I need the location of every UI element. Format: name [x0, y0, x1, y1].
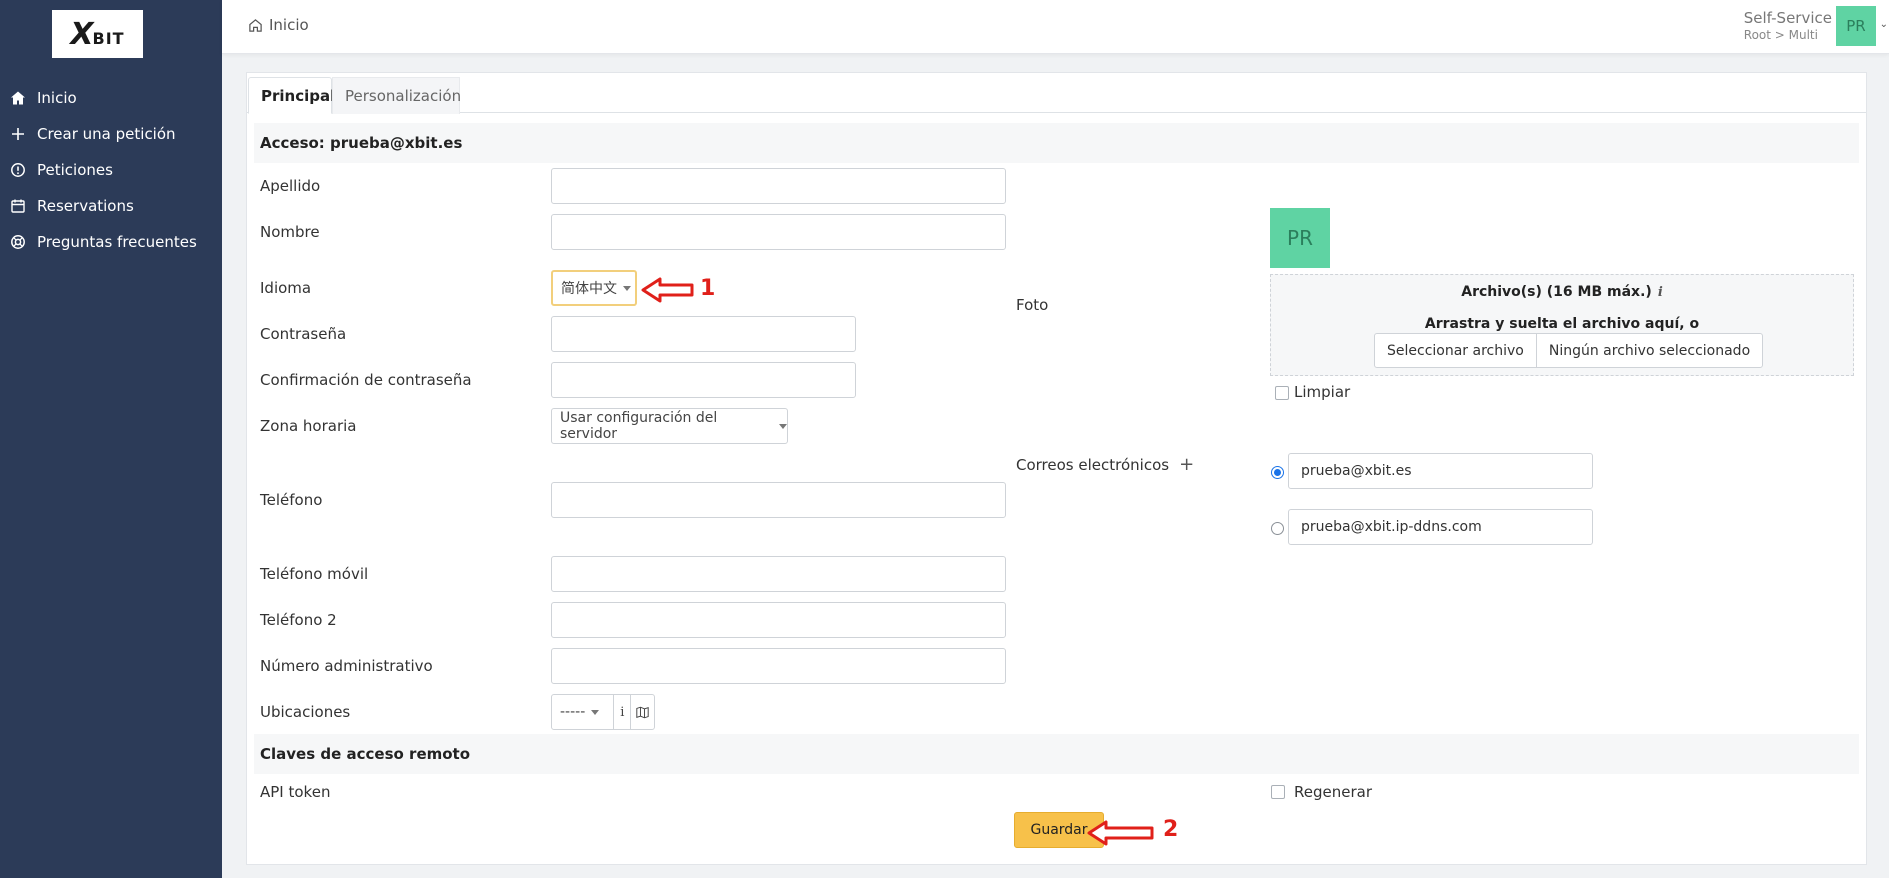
sidebar-item-crear-peticion[interactable]: Crear una petición: [0, 116, 222, 152]
calendar-icon: [10, 198, 26, 214]
contrasena-label: Contraseña: [260, 325, 347, 343]
caret-down-icon: [623, 285, 631, 291]
user-form-card: Principal Personalización Acceso: prueba…: [246, 72, 1867, 865]
sidebar-nav: Inicio Crear una petición Peticiones Res…: [0, 80, 222, 260]
sidebar-item-preguntas[interactable]: Preguntas frecuentes: [0, 224, 222, 260]
sidebar: XBIT Inicio Crear una petición Peticione…: [0, 0, 222, 878]
annotation-arrow-icon: [1087, 820, 1154, 846]
user-avatar[interactable]: PR: [1836, 6, 1876, 46]
home-icon: [249, 18, 262, 32]
tab-principal[interactable]: Principal: [248, 77, 335, 114]
sidebar-item-label: Reservations: [37, 197, 134, 215]
profile-entity: Root > Multi: [1743, 28, 1818, 42]
profile-info[interactable]: Self-Service Root > Multi: [1744, 9, 1832, 42]
select-file-button[interactable]: Seleccionar archivo: [1375, 334, 1536, 367]
password-confirm-input[interactable]: [551, 362, 856, 398]
telefono2-label: Teléfono 2: [260, 611, 337, 629]
info-icon[interactable]: i: [1658, 285, 1663, 300]
idioma-label: Idioma: [260, 279, 312, 297]
phone-input[interactable]: [551, 482, 1006, 518]
nombre-input[interactable]: [551, 214, 1006, 250]
regenerate-label: Regenerar: [1294, 783, 1372, 801]
admin-number-input[interactable]: [551, 648, 1006, 684]
file-dropzone[interactable]: Archivo(s) (16 MB máx.) i Arrastra y suel…: [1270, 274, 1854, 376]
sidebar-item-label: Crear una petición: [37, 125, 176, 143]
caret-down-icon: [779, 423, 787, 429]
xbit-logo[interactable]: XBIT: [52, 10, 143, 58]
regenerate-checkbox[interactable]: [1271, 785, 1285, 799]
selected-file-name: Ningún archivo seleccionado: [1535, 334, 1762, 367]
correos-label: Correos electrónicos +: [1016, 454, 1195, 475]
mobile-input[interactable]: [551, 556, 1006, 592]
file-picker: Seleccionar archivo Ningún archivo selec…: [1374, 333, 1764, 368]
annotation-number: 1: [700, 276, 716, 301]
location-value: -----: [560, 704, 586, 720]
timezone-select[interactable]: Usar configuración del servidor: [551, 408, 788, 444]
profile-title: Self-Service: [1743, 9, 1832, 27]
add-email-icon[interactable]: +: [1179, 454, 1194, 475]
annotation-arrow-icon: [641, 277, 694, 303]
clear-photo-checkbox[interactable]: [1275, 386, 1289, 400]
chevron-down-icon[interactable]: ⌄: [1880, 19, 1888, 30]
sidebar-item-label: Preguntas frecuentes: [37, 233, 197, 251]
ubicaciones-label: Ubicaciones: [260, 703, 351, 721]
foto-label: Foto: [1016, 296, 1049, 314]
info-icon[interactable]: i: [613, 695, 630, 729]
clear-photo-label: Limpiar: [1294, 383, 1351, 401]
email-input[interactable]: prueba@xbit.es: [1288, 453, 1593, 489]
apellido-label: Apellido: [260, 177, 321, 195]
sidebar-item-label: Peticiones: [37, 161, 113, 179]
sidebar-item-peticiones[interactable]: Peticiones: [0, 152, 222, 188]
timezone-value: Usar configuración del servidor: [560, 410, 718, 442]
zona-label: Zona horaria: [260, 417, 357, 435]
movil-label: Teléfono móvil: [260, 565, 369, 583]
access-section-title: Acceso: prueba@xbit.es: [254, 123, 1859, 163]
home-icon: [10, 90, 26, 106]
phone2-input[interactable]: [551, 602, 1006, 638]
nombre-label: Nombre: [260, 223, 320, 241]
lifebuoy-icon: [10, 234, 26, 250]
email-input[interactable]: prueba@xbit.ip-ddns.com: [1288, 509, 1593, 545]
telefono-label: Teléfono: [260, 491, 323, 509]
sidebar-item-reservations[interactable]: Reservations: [0, 188, 222, 224]
idioma-value: 简体中文: [561, 281, 617, 297]
breadcrumb[interactable]: Inicio: [248, 16, 309, 34]
default-email-radio[interactable]: [1271, 522, 1284, 535]
photo-avatar: PR: [1270, 208, 1330, 268]
annotation-number: 2: [1163, 817, 1179, 842]
dropzone-instruction: Arrastra y suelta el archivo aquí, o: [1424, 316, 1700, 332]
idioma-select[interactable]: 简体中文: [551, 270, 637, 306]
top-bar: Inicio Self-Service Root > Multi PR ⌄: [222, 0, 1889, 54]
api-token-label: API token: [260, 783, 331, 801]
sidebar-item-label: Inicio: [37, 89, 77, 107]
map-icon[interactable]: [630, 695, 654, 729]
tab-personalizacion[interactable]: Personalización: [332, 77, 461, 114]
caret-down-icon: [591, 709, 600, 715]
numero-admin-label: Número administrativo: [260, 657, 433, 675]
plus-icon: [10, 126, 26, 142]
remote-section-title: Claves de acceso remoto: [254, 734, 1859, 774]
breadcrumb-label: Inicio: [269, 16, 309, 34]
apellido-input[interactable]: [551, 168, 1006, 204]
location-control: ----- i: [551, 694, 655, 730]
location-select[interactable]: -----: [552, 695, 613, 729]
default-email-radio[interactable]: [1271, 466, 1284, 479]
tab-bar: Principal Personalización: [247, 73, 1866, 114]
password-input[interactable]: [551, 316, 856, 352]
alert-circle-icon: [10, 162, 26, 178]
confirmacion-label: Confirmación de contraseña: [260, 371, 472, 389]
sidebar-item-inicio[interactable]: Inicio: [0, 80, 222, 116]
dropzone-title: Archivo(s) (16 MB máx.) i: [1461, 284, 1663, 300]
